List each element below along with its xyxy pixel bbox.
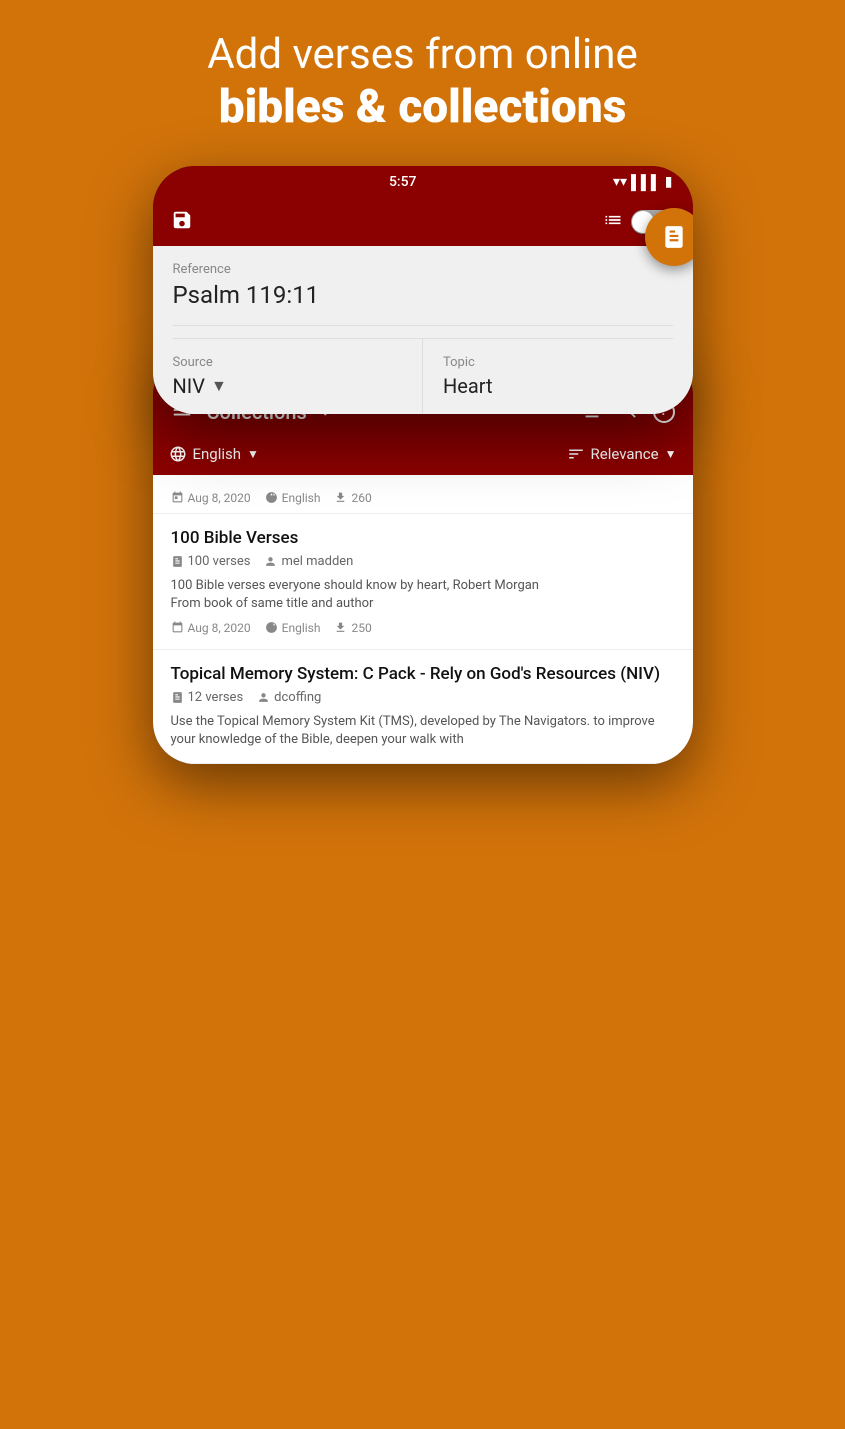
item-title-2: Topical Memory System: C Pack - Rely on … [171,664,675,684]
content-area-top: Reference Psalm 119:11 Source NIV ▼ Topi… [153,246,693,414]
item-verses: 100 verses [171,554,251,569]
status-time-top: 5:57 [389,174,417,190]
sort-filter-label: Relevance [591,445,659,463]
partial-language: English [265,491,321,505]
list-view-icon [603,210,623,235]
status-bar-top: 5:57 ▾▾ ▌▌▌ ▮ [153,166,693,199]
save-icon[interactable] [171,209,193,236]
status-icons-top: ▾▾ ▌▌▌ ▮ [613,174,673,191]
headline-line2: bibles & collections [207,80,637,135]
phone-top: 5:57 ▾▾ ▌▌▌ ▮ [153,166,693,414]
item-verses-2: 12 verses [171,690,244,705]
app-bar-top [153,199,693,246]
source-dropdown-arrow: ▼ [211,376,227,396]
list-content: Aug 8, 2020 English 260 100 Bible Verses [153,475,693,765]
source-field[interactable]: Source NIV ▼ [153,339,424,414]
list-item[interactable]: Topical Memory System: C Pack - Rely on … [153,650,693,764]
phone-stack: 5:57 ▾▾ ▌▌▌ ▮ [133,166,713,765]
item-author: mel madden [264,554,353,569]
headline: Add verses from online bibles & collecti… [207,30,637,136]
topic-field[interactable]: Topic Heart [423,339,693,414]
item-meta-2: 12 verses dcoffing [171,690,675,705]
item-downloads: 250 [334,621,371,635]
item-footer: Aug 8, 2020 English 250 [171,621,675,635]
phone-bottom: 6:07 ▾▾ ▌▌▌ ▮ Collections ✓ [153,354,693,765]
language-dropdown-arrow: ▼ [247,447,259,461]
partial-item-footer: Aug 8, 2020 English 260 [171,491,675,505]
topic-value: Heart [443,374,673,398]
filter-bar: English ▼ Relevance ▼ [153,437,693,475]
item-author-2: dcoffing [257,690,321,705]
language-filter-label: English [193,445,242,463]
headline-line1: Add verses from online [207,30,637,80]
sort-dropdown-arrow: ▼ [665,447,677,461]
reference-value: Psalm 119:11 [153,281,693,325]
item-date: Aug 8, 2020 [171,621,251,635]
item-title: 100 Bible Verses [171,528,675,548]
fields-row: Source NIV ▼ Topic Heart [153,339,693,414]
topic-label: Topic [443,355,673,370]
wifi-icon: ▾▾ [613,174,627,190]
partial-item: Aug 8, 2020 English 260 [153,475,693,514]
partial-downloads: 260 [334,491,371,505]
reference-label: Reference [153,246,693,281]
battery-icon: ▮ [665,174,673,190]
list-item[interactable]: 100 Bible Verses 100 verses mel madden 1… [153,514,693,650]
partial-date: Aug 8, 2020 [171,491,251,505]
language-filter[interactable]: English ▼ [169,445,259,463]
source-label: Source [173,355,403,370]
item-meta: 100 verses mel madden [171,554,675,569]
sort-filter[interactable]: Relevance ▼ [567,445,677,463]
item-desc: 100 Bible verses everyone should know by… [171,577,675,613]
source-value: NIV ▼ [173,374,403,398]
signal-icon: ▌▌▌ [631,174,661,191]
item-language: English [265,621,321,635]
item-desc-2: Use the Topical Memory System Kit (TMS),… [171,713,675,749]
